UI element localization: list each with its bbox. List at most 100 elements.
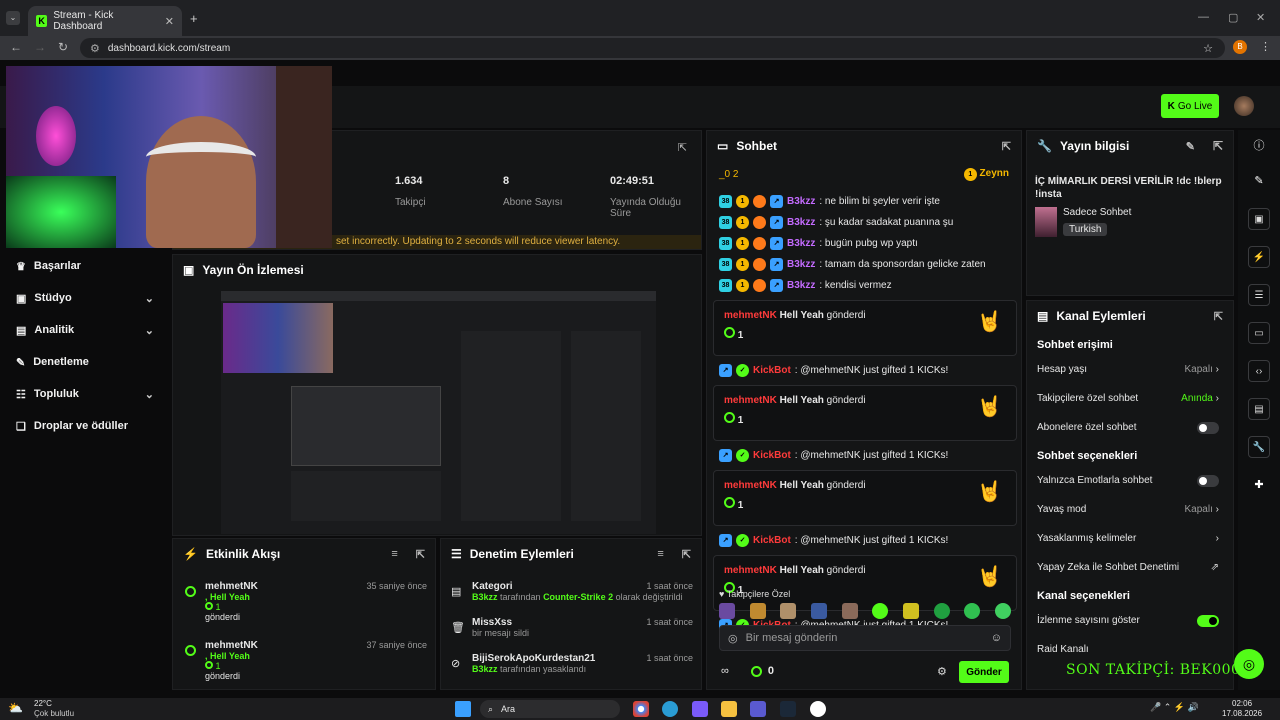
- emote-icon[interactable]: [780, 603, 797, 619]
- kick-coin-icon: [724, 327, 735, 338]
- emote-icon[interactable]: [933, 603, 950, 619]
- site-info-icon[interactable]: ⚙: [90, 42, 100, 55]
- mod-log-time: 1 saat önce: [646, 617, 693, 627]
- coin-icon: 1: [736, 237, 749, 250]
- sidebar-item-studio[interactable]: ▣ Stüdyo ⌄: [0, 282, 172, 314]
- go-live-button[interactable]: K Go Live: [1161, 94, 1219, 118]
- sidebar-item-community[interactable]: ☷ Topluluk ⌄: [0, 378, 172, 410]
- code-widget-icon[interactable]: ‹›: [1248, 360, 1270, 382]
- profile-avatar[interactable]: B: [1233, 40, 1247, 54]
- modlog-widget-icon[interactable]: ☰: [1248, 284, 1270, 306]
- teams-icon[interactable]: [750, 701, 766, 717]
- tab-stream[interactable]: K Stream - Kick Dashboard ✕: [28, 6, 182, 36]
- edit-pencil-icon[interactable]: ✎: [1238, 160, 1280, 200]
- copilot-icon[interactable]: [692, 701, 708, 717]
- settings-gear-icon[interactable]: ⚙: [937, 665, 947, 678]
- emote-icon[interactable]: [872, 603, 889, 619]
- chat-message: 38 1 ↗ B3kzz: bugün pubg wp yaptı: [707, 233, 1023, 254]
- add-widget-icon[interactable]: ✚: [1238, 466, 1280, 502]
- chat-widget-icon[interactable]: ▭: [1248, 322, 1270, 344]
- steam-icon[interactable]: [780, 701, 796, 717]
- emote-icon[interactable]: [902, 603, 919, 619]
- reload-icon[interactable]: ↻: [58, 40, 68, 54]
- filter-icon[interactable]: ≡: [391, 548, 397, 560]
- emote-only-toggle[interactable]: [1197, 474, 1219, 487]
- mod-log-item: 🗑 MissXss 1 saat önce bir mesajı sildi: [451, 617, 693, 638]
- new-tab-button[interactable]: +: [190, 11, 198, 26]
- setting-account-age[interactable]: Hesap yaşı Kapalı ›: [1027, 355, 1233, 384]
- filter-icon[interactable]: ≡: [657, 548, 663, 560]
- info-icon[interactable]: ⓘ: [1238, 130, 1280, 160]
- chat-username[interactable]: B3kzz: [787, 196, 815, 207]
- popout-icon[interactable]: ⇱: [682, 548, 691, 561]
- setting-slow-mode[interactable]: Yavaş mod Kapalı ›: [1027, 495, 1233, 524]
- stats-widget-icon[interactable]: ▤: [1248, 398, 1270, 420]
- sidebar-item-moderation[interactable]: ✎ Denetleme: [0, 346, 172, 378]
- chat-username[interactable]: B3kzz: [787, 259, 815, 270]
- emote-icon[interactable]: [964, 603, 981, 619]
- chat-input[interactable]: ◎ Bir mesaj gönderin ☺: [719, 625, 1011, 651]
- bookmark-star-icon[interactable]: ☆: [1203, 42, 1213, 55]
- emote-icon[interactable]: [994, 603, 1011, 619]
- bot-username[interactable]: KickBot: [753, 365, 791, 376]
- emoji-picker-icon[interactable]: ☺: [991, 632, 1002, 644]
- tab-close-icon[interactable]: ✕: [165, 15, 174, 28]
- activity-widget-icon[interactable]: ⚡: [1248, 246, 1270, 268]
- setting-ai-moderation[interactable]: Yapay Zeka ile Sohbet Denetimi ⇗: [1027, 553, 1233, 582]
- setting-banned-words[interactable]: Yasaklanmış kelimeler ›: [1027, 524, 1233, 553]
- gift-user[interactable]: mehmetNK: [724, 395, 777, 406]
- wrench-widget-icon[interactable]: 🔧: [1248, 436, 1270, 458]
- close-window-button[interactable]: ✕: [1256, 11, 1265, 24]
- chat-username[interactable]: B3kzz: [787, 238, 815, 249]
- stream-preview-video[interactable]: [221, 291, 656, 534]
- setting-label: Yapay Zeka ile Sohbet Denetimi: [1037, 562, 1180, 573]
- emote-icon[interactable]: [749, 603, 766, 619]
- gift-user[interactable]: mehmetNK: [724, 310, 777, 321]
- maximize-button[interactable]: ▢: [1228, 11, 1238, 24]
- browser-menu-icon[interactable]: ⋮: [1260, 40, 1271, 53]
- viewer-count-toggle[interactable]: [1197, 614, 1219, 627]
- emote-icon[interactable]: [719, 603, 735, 619]
- setting-followers-only[interactable]: Takipçilere özel sohbet Anında ›: [1027, 384, 1233, 413]
- bot-username[interactable]: KickBot: [753, 535, 791, 546]
- subscribers-only-toggle[interactable]: [1197, 421, 1219, 434]
- chat-username[interactable]: B3kzz: [787, 280, 815, 291]
- sidebar-item-achievements[interactable]: ♛ Başarılar: [0, 250, 172, 282]
- popout-icon[interactable]: ⇱: [1214, 310, 1223, 323]
- minimize-button[interactable]: —: [1198, 11, 1209, 23]
- obs-icon[interactable]: [810, 701, 826, 717]
- edge-icon[interactable]: [662, 701, 678, 717]
- popout-icon[interactable]: ⇱: [678, 141, 687, 154]
- chat-username[interactable]: B3kzz: [787, 217, 815, 228]
- gift-user[interactable]: mehmetNK: [724, 480, 777, 491]
- back-arrow-icon[interactable]: ←: [10, 40, 22, 54]
- popout-icon[interactable]: ⇱: [416, 548, 425, 561]
- emote-icon[interactable]: [841, 603, 858, 619]
- taskbar-search[interactable]: ⌕ Ara: [480, 700, 620, 718]
- popout-icon[interactable]: ⇱: [1002, 140, 1011, 153]
- chrome-icon[interactable]: [633, 701, 649, 717]
- sidebar-item-drops[interactable]: ❏ Droplar ve ödüller: [0, 410, 172, 442]
- tab-search-button[interactable]: ⌄: [6, 11, 20, 25]
- preview-widget-icon[interactable]: ▣: [1248, 208, 1270, 230]
- popout-icon[interactable]: ⇱: [1213, 139, 1223, 153]
- infinity-icon[interactable]: ∞: [721, 665, 729, 677]
- user-avatar[interactable]: [1234, 96, 1254, 116]
- category-name[interactable]: Sadece Sohbet: [1063, 207, 1131, 218]
- setting-raid-channel[interactable]: Raid Kanalı: [1027, 635, 1233, 664]
- mod-log-desc: B3kzz tarafından yasaklandı: [472, 664, 693, 674]
- sidebar-item-analytics[interactable]: ▤ Analitik ⌄: [0, 314, 172, 346]
- chevron-right-icon: ›: [1215, 364, 1219, 375]
- bot-username[interactable]: KickBot: [753, 450, 791, 461]
- send-button[interactable]: Gönder: [959, 661, 1009, 683]
- file-explorer-icon[interactable]: [721, 701, 737, 717]
- setting-label: Yalnızca Emotlarla sohbet: [1037, 475, 1153, 486]
- gift-action: gönderdi: [826, 310, 866, 321]
- emote-icon[interactable]: [810, 603, 827, 619]
- windows-start-icon[interactable]: [455, 701, 471, 717]
- forward-arrow-icon[interactable]: →: [34, 40, 46, 54]
- system-tray-icons[interactable]: 🎤 ⌃ ⚡ 🔊: [1150, 702, 1199, 713]
- edit-pencil-icon[interactable]: ✎: [1186, 140, 1195, 153]
- gift-user[interactable]: mehmetNK: [724, 565, 777, 576]
- url-field[interactable]: ⚙ dashboard.kick.com/stream ☆: [80, 38, 1225, 58]
